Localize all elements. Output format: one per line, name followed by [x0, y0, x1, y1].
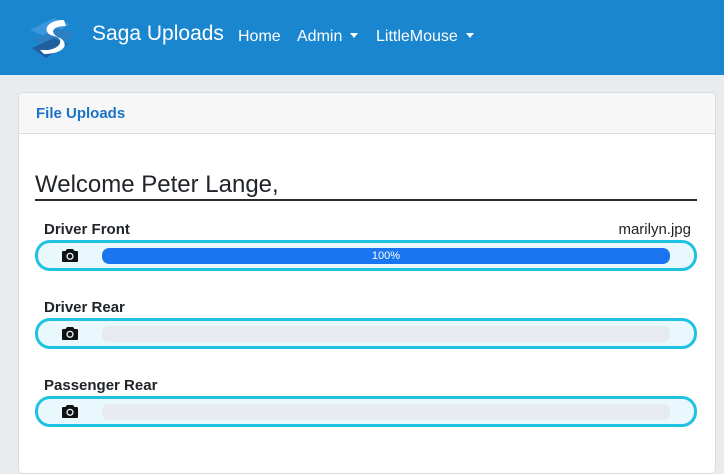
upload-label-passenger-rear: Passenger Rear [44, 377, 158, 394]
card-header: File Uploads [19, 93, 715, 134]
card-title: File Uploads [36, 104, 126, 122]
navbar: Saga Uploads Home Admin LittleMouse [0, 0, 724, 75]
brand-title[interactable]: Saga Uploads [92, 22, 224, 46]
nav-user-label: LittleMouse [376, 28, 458, 45]
chevron-down-icon [350, 33, 359, 38]
welcome-heading: Welcome Peter Lange, [35, 171, 697, 201]
file-uploads-card: File Uploads Welcome Peter Lange, Driver… [18, 92, 716, 474]
progress-track [102, 326, 670, 342]
nav-user-dropdown[interactable]: LittleMouse [376, 28, 474, 46]
chevron-down-icon [465, 33, 474, 38]
upload-label-driver-front: Driver Front [44, 221, 130, 238]
progress-fill: 100% [102, 248, 670, 264]
nav-admin-dropdown[interactable]: Admin [297, 28, 359, 46]
progress-track [102, 404, 670, 420]
nav-admin-label: Admin [297, 28, 343, 45]
progress-track: 100% [102, 248, 670, 264]
nav-home[interactable]: Home [238, 28, 281, 46]
camera-icon[interactable] [62, 248, 78, 262]
camera-icon[interactable] [62, 326, 78, 340]
upload-row-passenger-rear[interactable] [35, 396, 697, 427]
upload-row-driver-front[interactable]: 100% [35, 240, 697, 271]
upload-row-driver-rear[interactable] [35, 318, 697, 349]
nav-home-label: Home [238, 28, 281, 45]
camera-icon[interactable] [62, 404, 78, 418]
upload-filename: marilyn.jpg [618, 221, 691, 238]
upload-label-driver-rear: Driver Rear [44, 299, 125, 316]
saga-logo-icon[interactable] [24, 10, 78, 64]
